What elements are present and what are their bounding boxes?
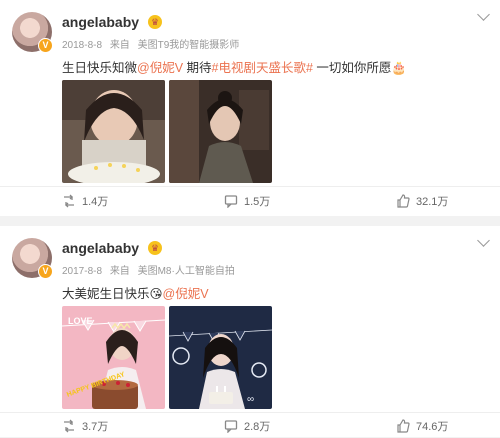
from-label: 来自 xyxy=(109,40,130,51)
comment-count: 2.8万 xyxy=(244,421,271,433)
post-actions: 3.7万 2.8万 74.6万 xyxy=(0,418,500,438)
post-meta: 2018-8-8 来自 美图T9我的智能摄影师 xyxy=(62,36,244,51)
post-text: 生日快乐知微@倪妮V 期待#电视剧天盛长歌# 一切如你所愿🎂 xyxy=(62,57,407,76)
post-text-suffix: 一切如你所愿🎂 xyxy=(312,61,407,75)
comment-count: 1.5万 xyxy=(244,196,271,208)
post-text-prefix: 大美妮生日快乐 xyxy=(62,287,150,301)
repost-icon xyxy=(64,419,74,433)
repost-button[interactable]: 3.7万 xyxy=(62,418,108,434)
like-button[interactable]: 74.6万 xyxy=(396,418,448,434)
verified-badge-icon: V xyxy=(38,264,53,279)
chevron-down-icon[interactable] xyxy=(477,234,490,247)
image-caption-love: LOVE xyxy=(68,316,93,326)
weibo-post-2: V angelababy ♛ 2017-8-8 来自 美图M8·人工智能自拍 大… xyxy=(0,226,500,437)
chevron-down-icon[interactable] xyxy=(477,8,490,21)
post-image-1[interactable] xyxy=(62,80,165,183)
post-source[interactable]: 美图M8·人工智能自拍 xyxy=(138,266,235,277)
post-text: 大美妮生日快乐😘@倪妮V xyxy=(62,283,209,302)
weibo-post-1: V angelababy ♛ 2018-8-8 来自 美图T9我的智能摄影师 生… xyxy=(0,0,500,216)
verified-badge-icon: V xyxy=(38,38,53,53)
from-label: 来自 xyxy=(109,266,130,277)
like-button[interactable]: 32.1万 xyxy=(396,193,448,209)
thumbs-up-icon xyxy=(397,194,410,208)
vip-crown-icon: ♛ xyxy=(148,15,162,29)
comment-icon xyxy=(224,195,238,208)
username[interactable]: angelababy xyxy=(62,240,139,256)
post-text-mid: 期待 xyxy=(183,61,212,75)
repost-button[interactable]: 1.4万 xyxy=(62,193,108,209)
post-image-1[interactable]: LOVE HAPPY BIRTHDAY xyxy=(62,306,165,409)
post-actions: 1.4万 1.5万 32.1万 xyxy=(0,193,500,213)
divider xyxy=(0,186,500,187)
repost-icon xyxy=(64,194,74,208)
vip-crown-icon: ♛ xyxy=(148,241,162,255)
repost-count: 3.7万 xyxy=(82,421,109,433)
post-image-2[interactable] xyxy=(169,80,272,183)
comment-button[interactable]: 2.8万 xyxy=(224,418,270,434)
post-date: 2018-8-8 xyxy=(62,40,103,51)
mention-link[interactable]: @倪妮V xyxy=(163,287,209,301)
mention-link[interactable]: @倪妮V xyxy=(137,61,183,75)
post-source[interactable]: 美图T9我的智能摄影师 xyxy=(138,40,240,51)
post-image-2[interactable]: ∞ xyxy=(169,306,272,409)
username[interactable]: angelababy xyxy=(62,14,139,30)
like-count: 74.6万 xyxy=(416,421,449,433)
comment-icon xyxy=(224,420,238,433)
topic-link[interactable]: #电视剧天盛长歌# xyxy=(212,61,313,75)
face-emoji-icon: 😘 xyxy=(149,287,163,301)
svg-text:∞: ∞ xyxy=(247,394,254,405)
divider xyxy=(0,412,500,413)
thumbs-up-icon xyxy=(397,419,410,433)
repost-count: 1.4万 xyxy=(82,196,109,208)
post-meta: 2017-8-8 来自 美图M8·人工智能自拍 xyxy=(62,262,240,277)
post-text-prefix: 生日快乐知微 xyxy=(62,61,138,75)
comment-button[interactable]: 1.5万 xyxy=(224,193,270,209)
post-date: 2017-8-8 xyxy=(62,266,103,277)
like-count: 32.1万 xyxy=(416,196,449,208)
